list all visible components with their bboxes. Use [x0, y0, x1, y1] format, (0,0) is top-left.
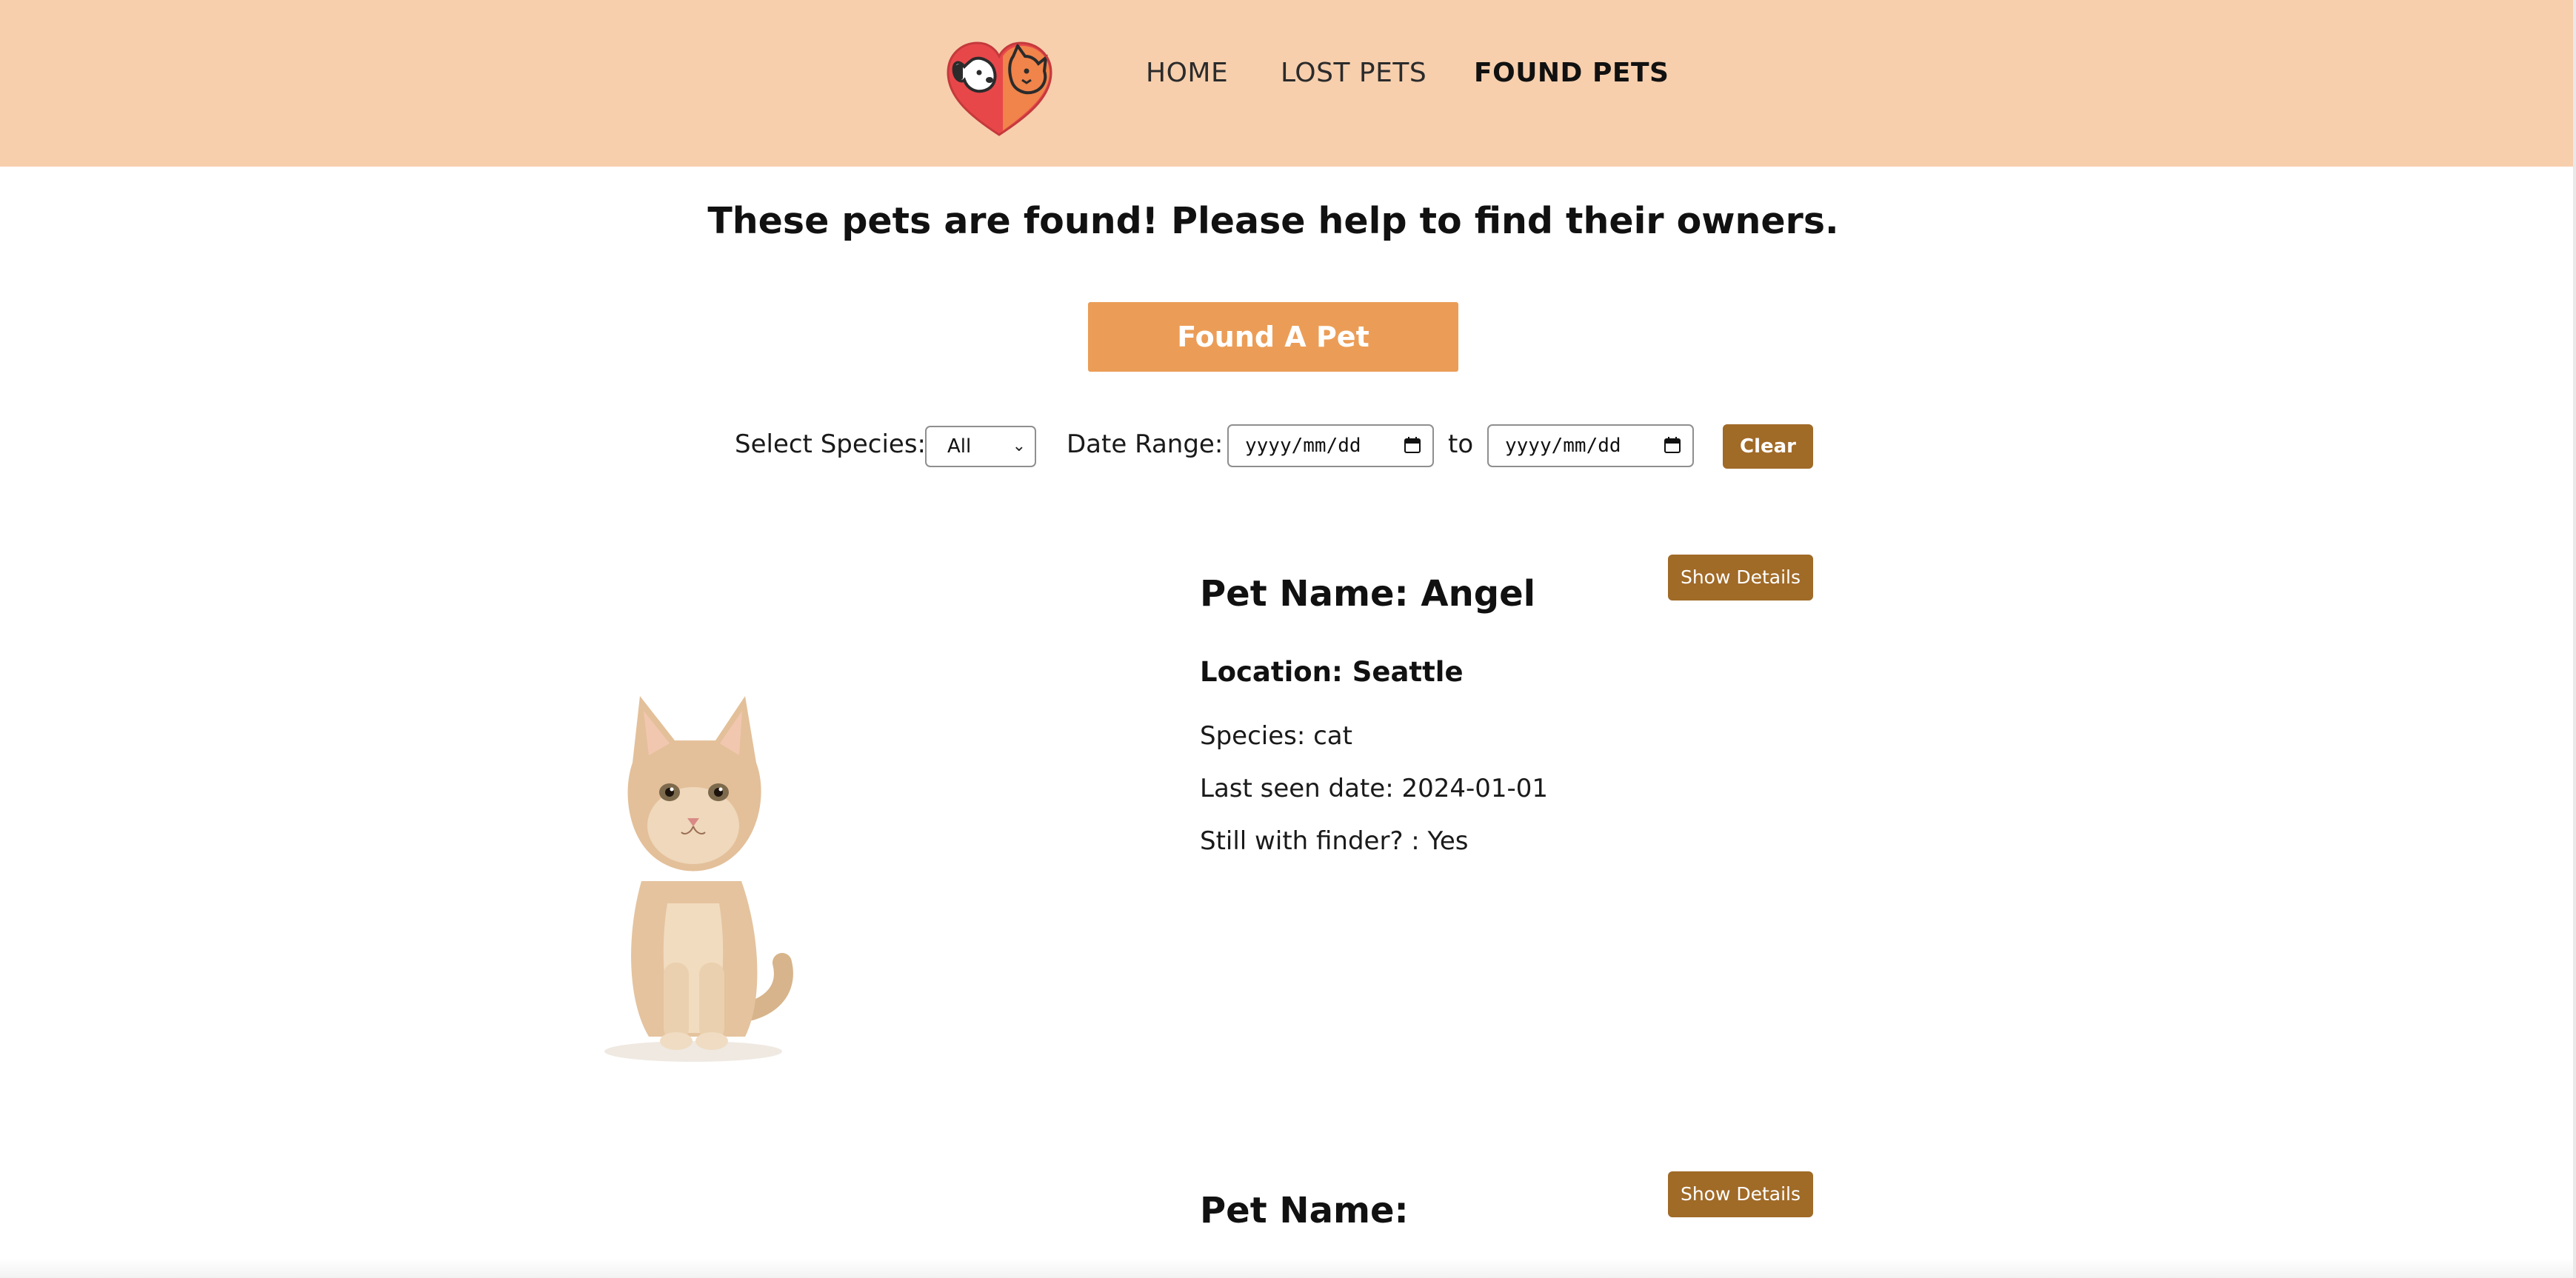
- pet-species: Species: cat: [1200, 721, 1352, 751]
- show-details-button[interactable]: Show Details: [1668, 555, 1813, 600]
- pet-last-seen-date: Last seen date: 2024-01-01: [1200, 774, 1549, 803]
- nav-found-pets[interactable]: FOUND PETS: [1474, 58, 1669, 88]
- page-bottom-fade: [0, 1259, 2573, 1278]
- page-title: These pets are found! Please help to fin…: [707, 200, 1839, 242]
- nav-lost-pets[interactable]: LOST PETS: [1281, 58, 1427, 88]
- show-details-button[interactable]: Show Details: [1668, 1171, 1813, 1217]
- clear-filters-button[interactable]: Clear: [1723, 424, 1813, 469]
- scrollbar-track[interactable]: [2573, 0, 2576, 1278]
- date-to-input[interactable]: yyyy/mm/dd: [1487, 424, 1694, 467]
- found-a-pet-button[interactable]: Found A Pet: [1088, 302, 1458, 372]
- pet-still-with-finder: Still with finder? : Yes: [1200, 826, 1469, 856]
- calendar-icon[interactable]: [1664, 437, 1681, 453]
- species-select[interactable]: All ⌄: [925, 426, 1036, 467]
- pet-photo-kitten: [604, 696, 793, 1062]
- species-filter-label: Select Species:: [735, 429, 927, 459]
- pet-location: Location: Seattle: [1200, 656, 1464, 688]
- date-from-placeholder: yyyy/mm/dd: [1245, 435, 1361, 457]
- chevron-down-icon: ⌄: [1012, 437, 1026, 455]
- dog-cat-heart-logo[interactable]: [942, 37, 1057, 141]
- pet-name: Pet Name:: [1200, 1190, 1409, 1231]
- species-select-value: All: [947, 435, 972, 458]
- site-header: HOME LOST PETS FOUND PETS: [0, 0, 2573, 167]
- date-range-label: Date Range:: [1067, 429, 1224, 459]
- pet-name: Pet Name: Angel: [1200, 573, 1536, 615]
- date-range-to-label: to: [1448, 429, 1474, 459]
- date-from-input[interactable]: yyyy/mm/dd: [1227, 424, 1434, 467]
- calendar-icon[interactable]: [1404, 437, 1421, 453]
- date-to-placeholder: yyyy/mm/dd: [1505, 435, 1621, 457]
- nav-home[interactable]: HOME: [1146, 58, 1228, 88]
